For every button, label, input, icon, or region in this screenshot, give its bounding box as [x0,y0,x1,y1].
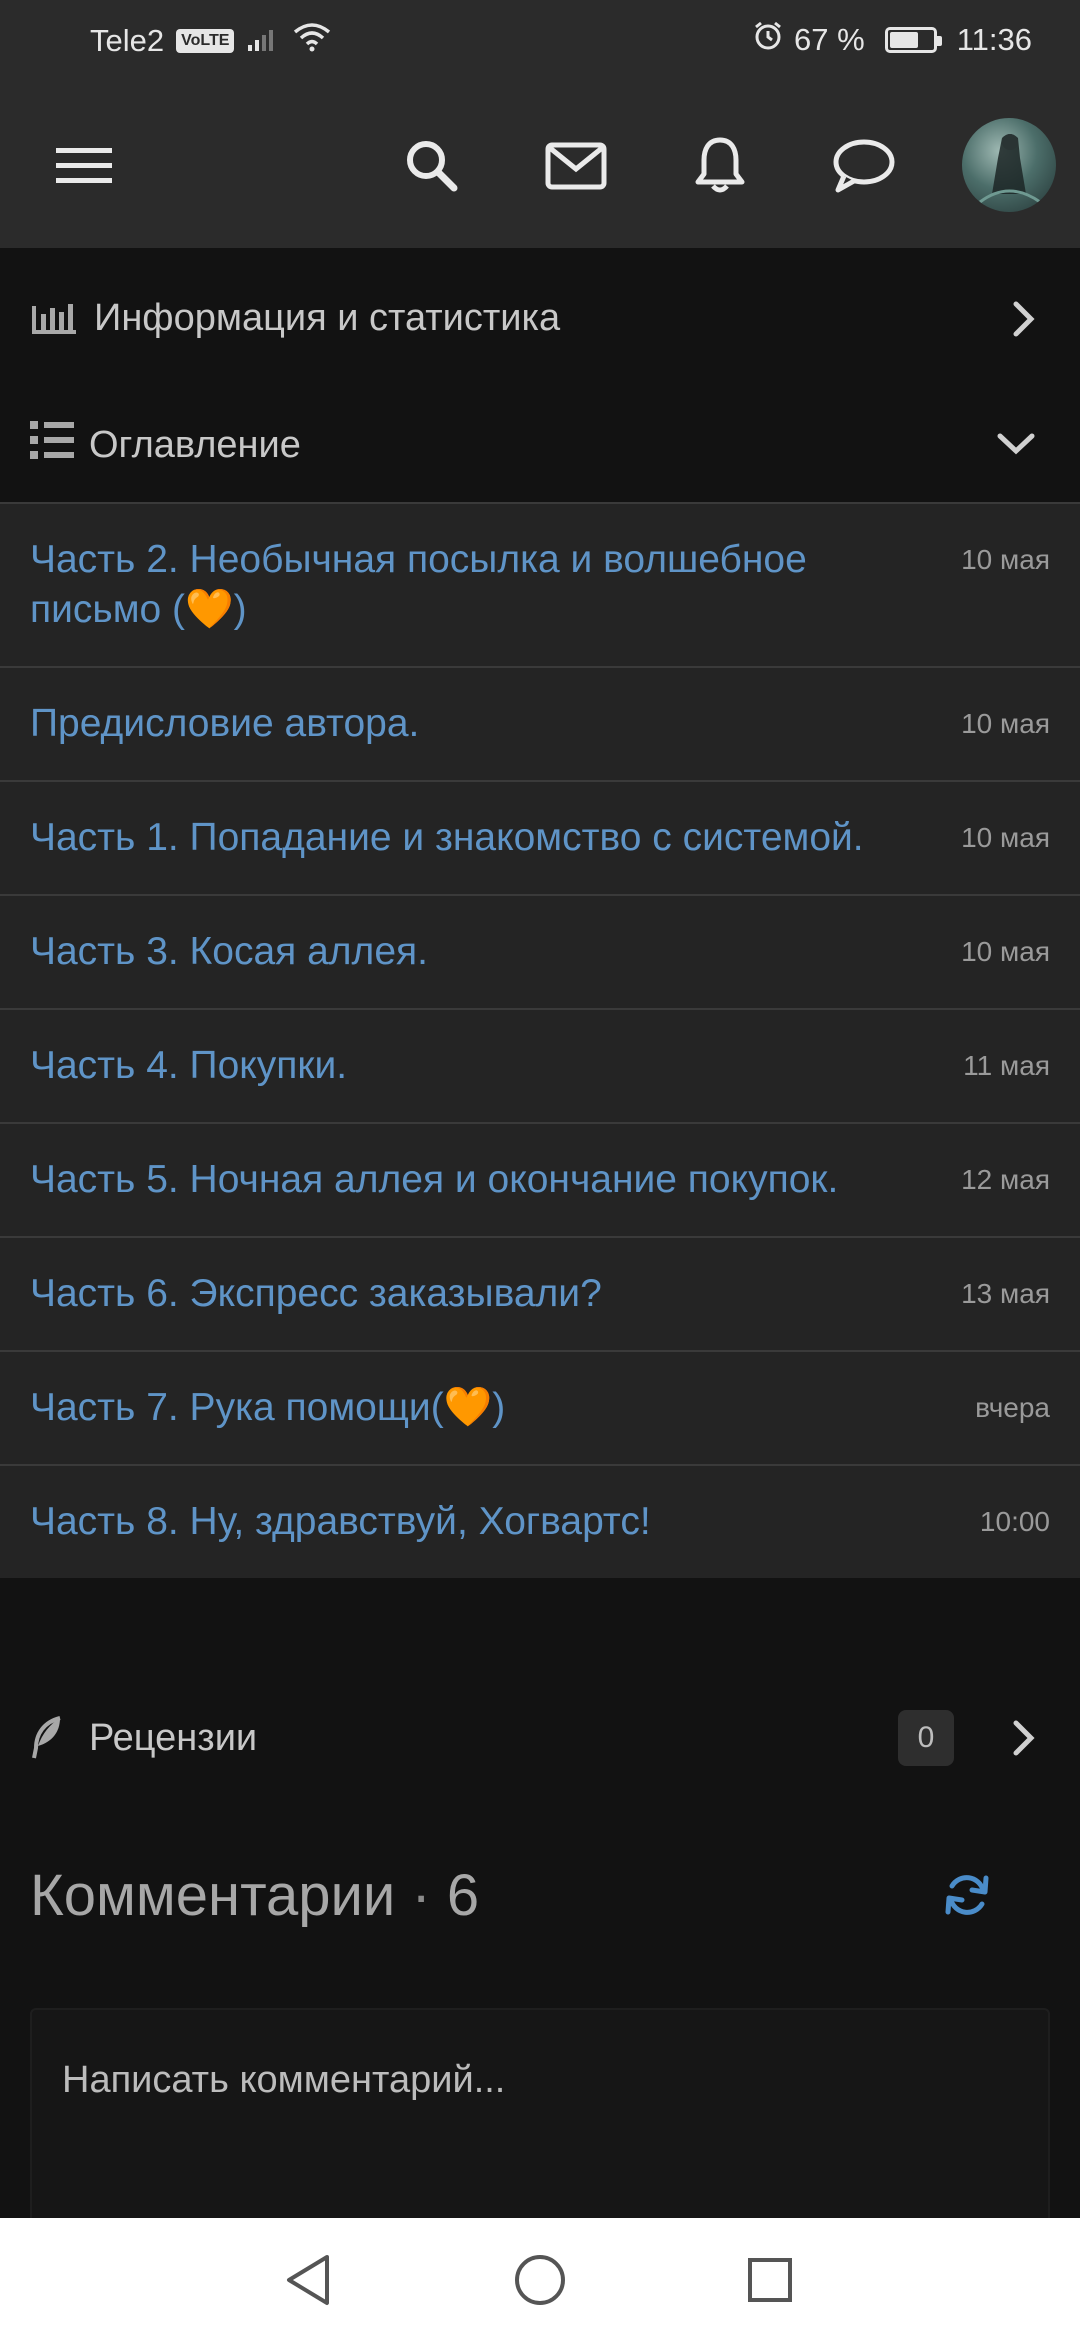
chapter-date: 10 мая [961,544,1050,575]
chevron-right-icon [1012,300,1036,343]
chapter-title[interactable]: Часть 7. Рука помощи(🧡) [0,1352,655,1464]
chapter-title[interactable]: Часть 8. Ну, здравствуй, Хогвартс! [0,1466,801,1578]
status-left: Tele2 VoLTE [90,22,332,60]
chapter-date: 10 мая [961,708,1050,739]
chapter-date: 13 мая [961,1278,1050,1309]
chapter-item[interactable]: Часть 7. Рука помощи(🧡) вчера [0,1350,1080,1464]
chapter-date: 10 мая [961,936,1050,967]
toc-label: Оглавление [89,423,301,466]
chapter-title[interactable]: Часть 3. Косая аллея. [0,896,578,1008]
chapter-item[interactable]: Предисловие автора. 10 мая [0,666,1080,780]
back-icon[interactable] [280,2252,336,2308]
chapter-item[interactable]: Часть 2. Необычная посылка и волшебное п… [0,502,1080,666]
home-icon[interactable] [512,2252,568,2308]
chapter-item[interactable]: Часть 6. Экспресс заказывали? 13 мая [0,1236,1080,1350]
status-bar: Tele2 VoLTE 67 % 11:36 [0,0,1080,82]
info-stats-row[interactable]: Информация и статистика [0,248,1080,388]
chapter-title[interactable]: Часть 2. Необычная посылка и волшебное п… [0,504,1080,666]
list-icon [30,420,74,465]
battery-percent: 67 % [794,22,865,57]
battery-level [889,32,918,48]
chapter-date: вчера [975,1392,1050,1423]
chapter-date: 10:00 [979,1506,1050,1537]
system-nav-bar [0,2218,1080,2340]
volte-badge: VoLTE [176,29,235,53]
top-navigation [0,82,1080,248]
chapter-date: 10 мая [961,822,1050,853]
reviews-label: Рецензии [89,1716,258,1759]
carrier-name: Tele2 [90,23,165,58]
chapter-item[interactable]: Часть 4. Покупки. 11 мая [0,1008,1080,1122]
chapter-item[interactable]: Часть 3. Косая аллея. 10 мая [0,894,1080,1008]
chapter-title[interactable]: Предисловие автора. [0,668,569,780]
comments-title: Комментарии [30,1863,396,1928]
clock: 11:36 [956,22,1032,57]
chapter-title[interactable]: Часть 1. Попадание и знакомство с систем… [0,782,1014,894]
alarm-icon [752,20,784,60]
comments-count: 6 [446,1863,480,1928]
menu-icon[interactable] [46,128,122,204]
search-icon[interactable] [394,128,470,204]
comments-separator: · [411,1863,431,1928]
chapter-item[interactable]: Часть 8. Ну, здравствуй, Хогвартс! 10:00 [0,1464,1080,1578]
info-stats-label: Информация и статистика [94,296,561,339]
recents-icon[interactable] [742,2252,798,2308]
refresh-icon[interactable] [942,1870,992,1925]
comment-input[interactable] [62,2050,1002,2110]
chevron-down-icon [996,432,1036,461]
reviews-row[interactable]: Рецензии 0 [0,1676,1080,1800]
chapter-title[interactable]: Часть 6. Экспресс заказывали? [0,1238,752,1350]
avatar[interactable] [962,118,1056,212]
reviews-count-badge: 0 [898,1710,954,1766]
status-right: 67 % 11:36 [752,20,1032,60]
toc-header[interactable]: Оглавление [0,388,1080,502]
signal-icon [246,23,280,59]
mail-icon[interactable] [538,128,614,204]
chapter-title[interactable]: Часть 4. Покупки. [0,1010,497,1122]
chat-icon[interactable] [826,128,902,204]
chapter-item[interactable]: Часть 1. Попадание и знакомство с систем… [0,780,1080,894]
feather-icon [30,1716,66,1765]
bell-icon[interactable] [682,128,758,204]
chapter-date: 12 мая [961,1164,1050,1195]
chapter-title[interactable]: Часть 5. Ночная аллея и окончание покупо… [0,1124,988,1236]
wifi-icon [292,22,332,60]
chapter-list: Часть 2. Необычная посылка и волшебное п… [0,502,1080,1578]
chevron-right-icon [1012,1719,1036,1762]
comments-heading: Комментарии · 6 [30,1862,479,1929]
chapter-item[interactable]: Часть 5. Ночная аллея и окончание покупо… [0,1122,1080,1236]
battery-icon [884,27,942,53]
chapter-date: 11 мая [963,1050,1050,1081]
bar-chart-icon [30,300,78,339]
